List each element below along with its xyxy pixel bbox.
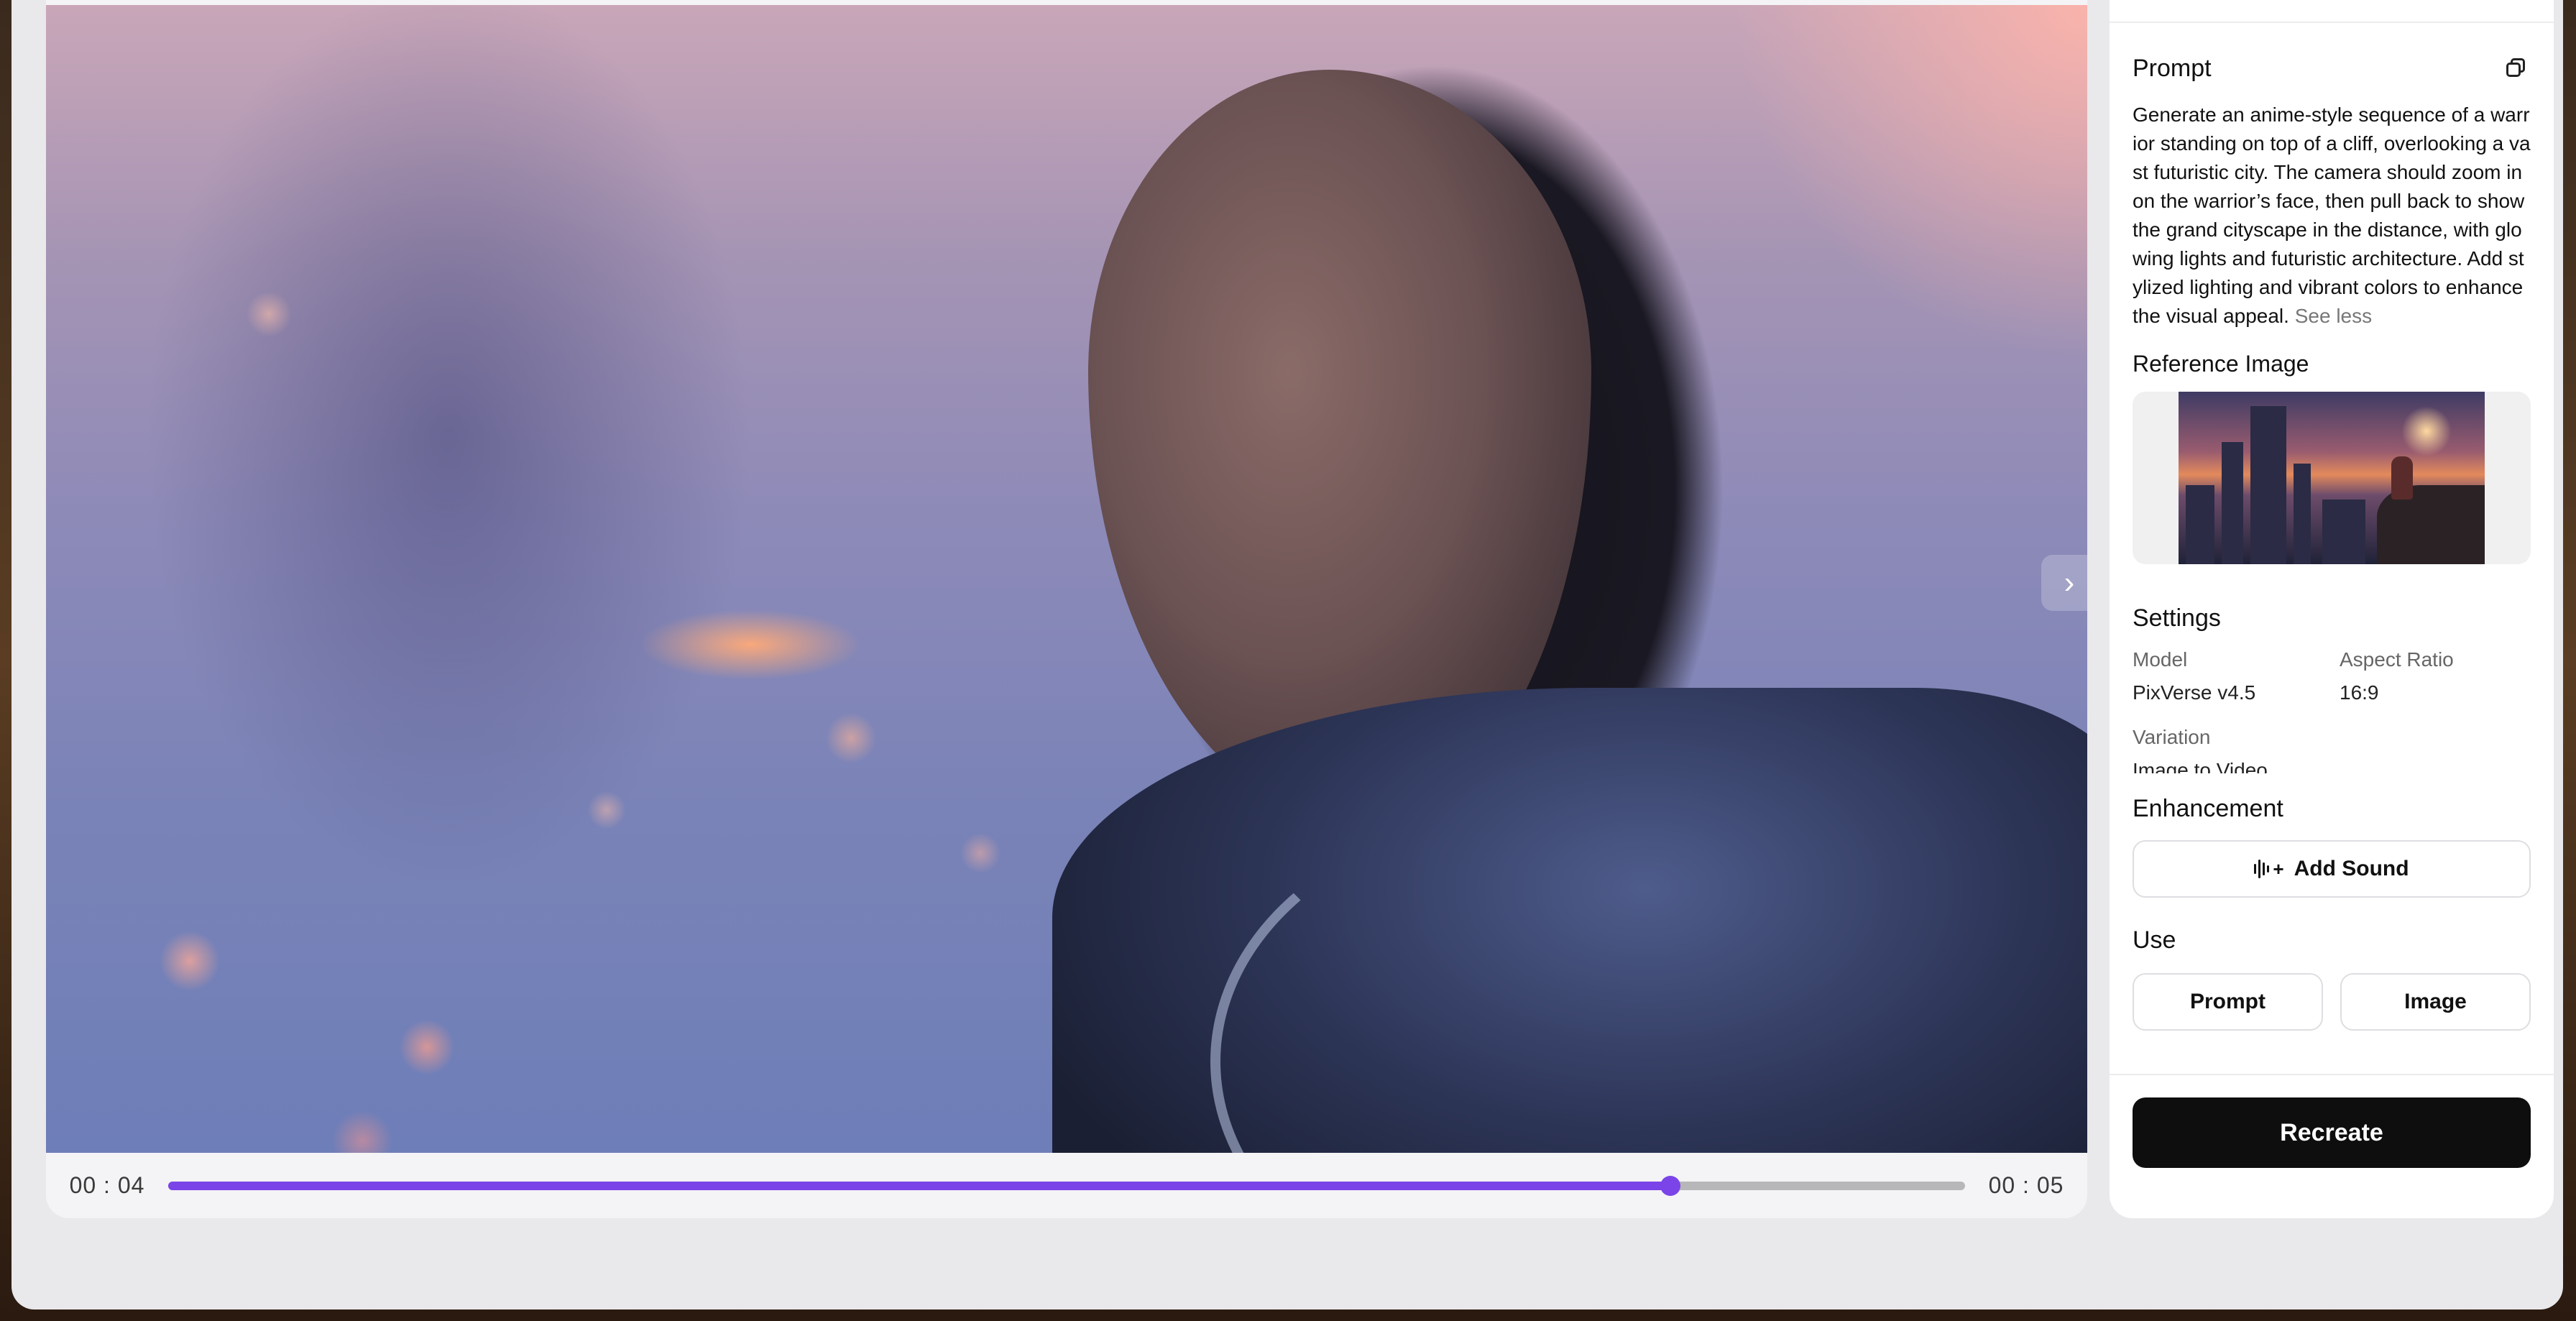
variation-setting: Variation Image to Video [2133, 726, 2531, 773]
progress-track[interactable] [168, 1175, 1965, 1196]
add-sound-label: Add Sound [2294, 857, 2409, 880]
use-buttons: Prompt Image [2133, 973, 2531, 1031]
playback-controls: 00 : 04 00 : 05 [46, 1153, 2087, 1218]
progress-thumb[interactable] [1660, 1175, 1680, 1196]
aspect-ratio-value: 16:9 [2340, 681, 2379, 704]
model-value: PixVerse v4.5 [2133, 681, 2256, 704]
reference-image-container[interactable] [2133, 392, 2531, 564]
prompt-header: Prompt [2133, 43, 2531, 93]
aspect-ratio-label: Aspect Ratio [2340, 648, 2454, 671]
video-player: › 00 : 04 00 : 05 [46, 0, 2087, 1218]
divider [2110, 1074, 2554, 1075]
reference-tower [2250, 406, 2286, 564]
sound-wave-icon: + [2254, 858, 2284, 880]
see-less-link[interactable]: See less [2295, 305, 2372, 327]
reference-warrior [2391, 456, 2413, 500]
reference-sun [2401, 406, 2452, 456]
prompt-body: Generate an anime-style sequence of a wa… [2133, 103, 2531, 327]
settings-title: Settings [2133, 604, 2221, 632]
video-frame[interactable]: › [46, 5, 2087, 1153]
prompt-text: Generate an anime-style sequence of a wa… [2133, 101, 2531, 331]
model-setting: Model PixVerse v4.5 [2133, 648, 2340, 704]
divider [2110, 22, 2554, 23]
use-image-button[interactable]: Image [2340, 973, 2531, 1031]
use-prompt-button[interactable]: Prompt [2133, 973, 2323, 1031]
aspect-ratio-setting: Aspect Ratio 16:9 [2340, 648, 2531, 704]
add-sound-button[interactable]: + Add Sound [2133, 840, 2531, 898]
video-detail-modal: › 00 : 04 00 : 05 Prompt Generate an ani… [12, 0, 2563, 1310]
recreate-button[interactable]: Recreate [2133, 1097, 2531, 1168]
model-label: Model [2133, 648, 2188, 671]
next-video-button[interactable]: › [2041, 555, 2087, 611]
variation-value: Image to Video [2133, 759, 2268, 773]
settings-grid: Model PixVerse v4.5 Aspect Ratio 16:9 [2133, 648, 2531, 704]
prompt-title: Prompt [2133, 54, 2212, 82]
details-sidebar: Prompt Generate an anime-style sequence … [2110, 0, 2554, 1218]
chevron-right-icon: › [2064, 565, 2075, 600]
duration-time: 00 : 05 [1988, 1172, 2064, 1198]
reference-tower [2186, 485, 2214, 564]
variation-label: Variation [2133, 726, 2211, 748]
reference-image-title: Reference Image [2133, 351, 2309, 377]
reference-image [2179, 392, 2485, 564]
reference-tower [2322, 500, 2365, 564]
copy-icon[interactable] [2502, 54, 2531, 83]
progress-fill [168, 1181, 1670, 1190]
sidebar-scroll-area[interactable]: Prompt Generate an anime-style sequence … [2133, 43, 2531, 1100]
use-title: Use [2133, 926, 2176, 954]
enhancement-title: Enhancement [2133, 795, 2283, 822]
reference-tower [2294, 464, 2311, 564]
current-time: 00 : 04 [69, 1172, 145, 1198]
reference-tower [2222, 442, 2243, 564]
